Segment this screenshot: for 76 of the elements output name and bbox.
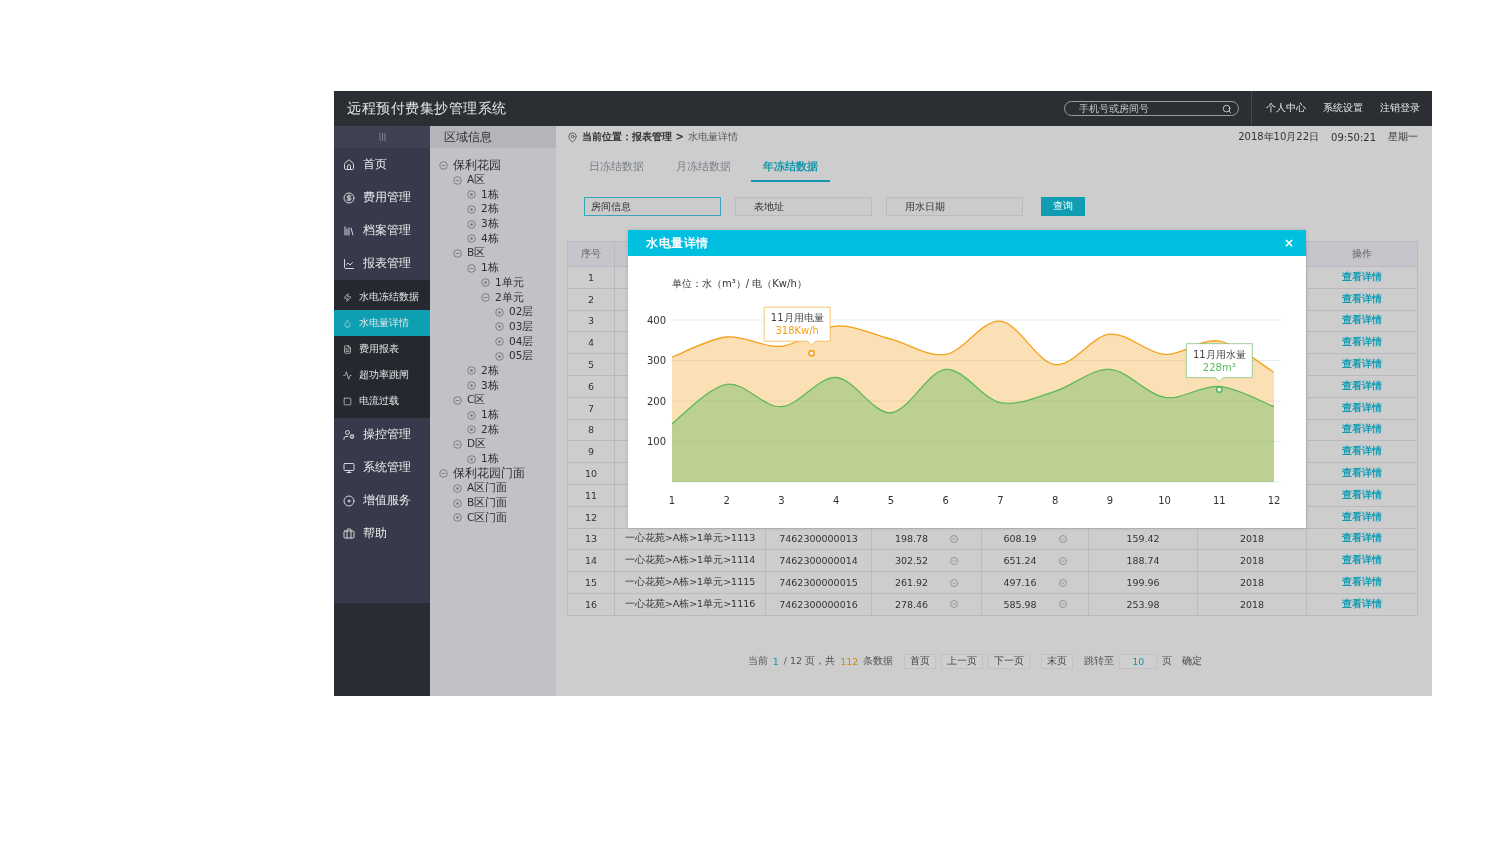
- x-axis-label: 1: [668, 495, 676, 506]
- x-axis-label: 6: [942, 495, 949, 506]
- x-axis-label: 12: [1267, 495, 1281, 506]
- y-axis-label: 100: [646, 436, 666, 447]
- table-cell: 253.98: [1126, 598, 1160, 610]
- x-axis-label: 5: [887, 495, 895, 506]
- table-cell: 2018: [1239, 533, 1265, 545]
- table-cell: 497.16: [1003, 577, 1037, 589]
- table-cell: 7462300000016: [779, 598, 858, 610]
- table-cell: 188.74: [1126, 555, 1160, 567]
- table-cell: 15: [584, 577, 598, 589]
- app-title: 远程预付费集抄管理系统: [347, 99, 508, 118]
- pagination-text: 跳转至: [1084, 654, 1115, 668]
- x-axis-label: 4: [833, 495, 840, 506]
- table-cell: 6: [587, 380, 594, 392]
- tooltip-text: 11月用水量 228m³: [1192, 348, 1246, 373]
- table-cell: 2018: [1239, 555, 1265, 567]
- time-text: 09:50:21: [1331, 131, 1376, 143]
- x-axis-label: 11: [1212, 495, 1226, 506]
- table-cell: 16: [584, 598, 598, 610]
- table-cell: 199.96: [1126, 577, 1160, 589]
- panel-title: 区域信息: [430, 126, 556, 148]
- table-cell: 8: [587, 424, 594, 436]
- table-cell: 159.42: [1126, 533, 1160, 545]
- date-text: 2018年10月22日: [1238, 130, 1320, 144]
- breadcrumb-current: 水电量详情: [687, 131, 738, 142]
- table-cell: 一心花苑>A栋>1单元>1116: [624, 597, 756, 609]
- table-cell: 7462300000013: [779, 533, 858, 545]
- axis-unit-label: 单位：水（m³）/ 电（Kw/h）: [672, 278, 807, 289]
- table-cell: 302.52: [894, 555, 929, 567]
- table-cell: 585.98: [1003, 598, 1037, 610]
- table-cell: 261.92: [894, 577, 929, 589]
- table-cell: 3: [587, 315, 594, 327]
- table-cell: 2: [587, 293, 594, 305]
- table-cell: 651.24: [1003, 555, 1037, 567]
- x-axis-label: 7: [997, 495, 1004, 506]
- table-cell: 12: [584, 511, 598, 523]
- column-header: 序号: [581, 247, 601, 259]
- total-count: 112: [840, 655, 859, 667]
- table-cell: 一心花苑>A栋>1单元>1113: [624, 532, 756, 544]
- table-cell: 608.19: [1003, 533, 1037, 545]
- tooltip-text: 11月用电量 318Kw/h: [770, 312, 824, 337]
- table-cell: 278.46: [894, 598, 929, 610]
- x-axis-label: 3: [778, 495, 785, 506]
- table-cell: 1: [587, 271, 594, 283]
- x-axis-label: 9: [1106, 495, 1113, 506]
- y-axis-label: 200: [646, 395, 666, 407]
- breadcrumb-path: 当前位置：报表管理 >: [582, 130, 684, 144]
- table-cell: 9: [587, 446, 594, 458]
- pagination-text: 条数据: [863, 654, 894, 668]
- table-cell: 2018: [1239, 598, 1265, 610]
- table-cell: 11: [584, 489, 598, 501]
- table-cell: 7462300000015: [779, 577, 858, 589]
- weekday-text: 星期一: [1388, 130, 1418, 144]
- current-page: 1: [772, 655, 779, 667]
- column-header: 操作: [1352, 247, 1372, 259]
- table-cell: 10: [584, 468, 598, 480]
- x-axis-label: 2: [723, 495, 730, 506]
- x-axis-label: 8: [1051, 495, 1059, 506]
- table-cell: 198.78: [894, 533, 929, 545]
- y-axis-label: 400: [646, 314, 666, 326]
- modal-title: 水电量详情: [646, 235, 709, 251]
- table-cell: 7462300000014: [779, 555, 858, 567]
- table-cell: 13: [584, 533, 598, 545]
- pagination-text: / 12 页，共: [783, 654, 836, 668]
- table-cell: 一心花苑>A栋>1单元>1114: [624, 554, 756, 566]
- table-cell: 14: [584, 555, 598, 567]
- table-cell: 4: [587, 337, 594, 349]
- table-cell: 7: [587, 402, 594, 414]
- pagination-text: 当前: [747, 654, 768, 668]
- y-axis-label: 300: [646, 355, 666, 366]
- table-cell: 5: [587, 359, 594, 371]
- table-cell: 一心花苑>A栋>1单元>1115: [624, 576, 756, 588]
- pagination-text: 页: [1162, 654, 1173, 668]
- x-axis-label: 10: [1158, 495, 1171, 506]
- table-cell: 2018: [1239, 577, 1265, 589]
